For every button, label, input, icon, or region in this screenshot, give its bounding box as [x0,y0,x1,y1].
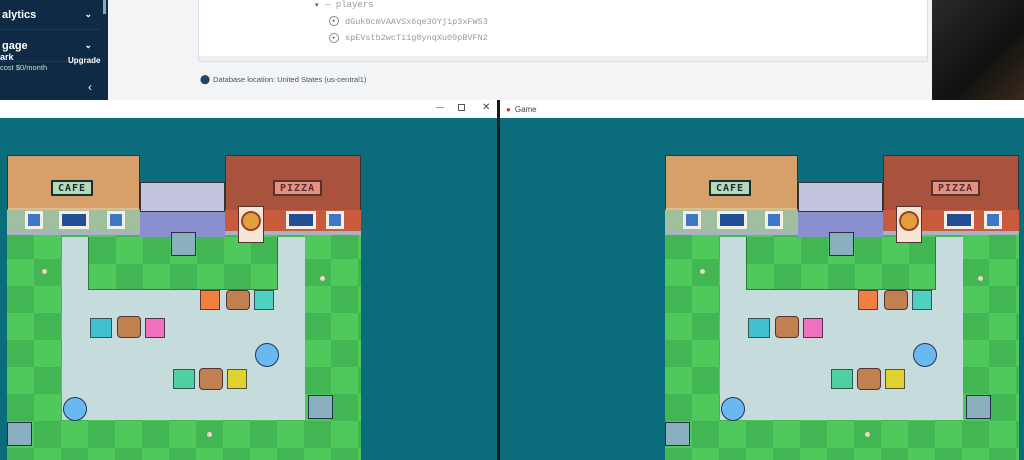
window [717,211,747,229]
coin-marker [42,269,47,274]
maximize-button[interactable] [458,104,465,111]
chair-teal [912,290,932,310]
blob-player [913,343,937,367]
expand-icon[interactable]: ▸ [329,33,339,43]
coin-marker [865,432,870,437]
chair-yellow [885,369,905,389]
expand-icon[interactable]: ▸ [329,16,339,26]
cafe-sign: CAFE [709,180,752,196]
chair-yellow [227,369,247,389]
window [984,211,1002,229]
table [857,368,881,390]
coin-marker [700,269,705,274]
pizza-sign: PIZZA [273,180,323,196]
game-window-right: ● Game CAFE PIZZA [500,100,1024,460]
collapse-arrow-icon[interactable]: ▾ [315,1,319,9]
cafe-sign: CAFE [51,180,94,196]
tree-node-child[interactable]: spEVstb2wcTi1g8ynqXu09pBVFN2 [345,33,488,43]
plan-cost: cost $0/month [0,63,48,72]
close-button[interactable]: ✕ [482,102,490,113]
window [683,211,701,229]
table [117,316,141,338]
window-title: Game [514,104,537,114]
chair-teal [254,290,274,310]
table [226,290,250,310]
firebase-sidebar: alytics ⌄ gage ⌄ ark cost $0/month Upgrade… [0,0,108,100]
chevron-down-icon: ⌄ [84,9,92,19]
crate [829,232,854,256]
window [765,211,783,229]
window [286,211,316,229]
desktop-background [932,0,1024,100]
blob-player [63,397,87,421]
database-location: Database location: United States (us-cen… [213,75,367,84]
chair-pink [145,318,165,338]
pizza-icon [241,211,261,231]
tree-node-players: — players [325,0,374,10]
app-icon: ● [506,104,511,114]
crate [7,422,32,446]
chair-orange [200,290,220,310]
window [107,211,125,229]
table [199,368,223,390]
chair-teal [748,318,770,338]
sidebar-item-analytics[interactable]: alytics ⌄ [0,0,100,30]
game-window-left: — ✕ CAFE PIZZA [0,100,497,460]
coin-marker [207,432,212,437]
sidebar-item-label: alytics [2,8,37,21]
crate [171,232,196,256]
database-area: ▾ — players ▸ dGuk9cmVAAVSx6qe3OYj1p3xFW… [108,0,932,100]
window [944,211,974,229]
coin-marker [978,276,983,281]
crate [308,395,333,419]
blob-player [721,397,745,421]
title-bar: — ✕ [0,100,497,118]
chair-orange [858,290,878,310]
horizontal-scrollbar[interactable] [199,56,927,61]
alley-top [140,182,225,212]
window [326,211,344,229]
chair-pink [803,318,823,338]
game-map: CAFE PIZZA [7,155,361,460]
tree-node-child[interactable]: dGuk9cmVAAVSx6qe3OYj1p3xFW53 [345,17,488,27]
table [775,316,799,338]
game-map: CAFE PIZZA [665,155,1019,460]
pizza-icon [899,211,919,231]
window [25,211,43,229]
alley-top [798,182,883,212]
chevron-left-icon[interactable]: ‹ [88,80,92,94]
location-pin-icon: ⬤ [200,74,211,84]
chair-teal [173,369,195,389]
upgrade-button[interactable]: Upgrade [68,56,100,65]
blob-player [255,343,279,367]
scrollbar[interactable] [103,0,106,14]
plan-name: ark [0,52,14,62]
chair-teal [831,369,853,389]
minimize-button[interactable]: — [436,103,444,112]
chevron-down-icon: ⌄ [84,40,92,50]
table [884,290,908,310]
pizza-sign: PIZZA [931,180,981,196]
sidebar-item-label: gage [2,39,28,52]
crate [966,395,991,419]
chair-teal [90,318,112,338]
coin-marker [320,276,325,281]
database-tree-panel: ▾ — players ▸ dGuk9cmVAAVSx6qe3OYj1p3xFW… [198,0,928,62]
crate [665,422,690,446]
title-bar: ● Game [500,100,1024,118]
window [59,211,89,229]
